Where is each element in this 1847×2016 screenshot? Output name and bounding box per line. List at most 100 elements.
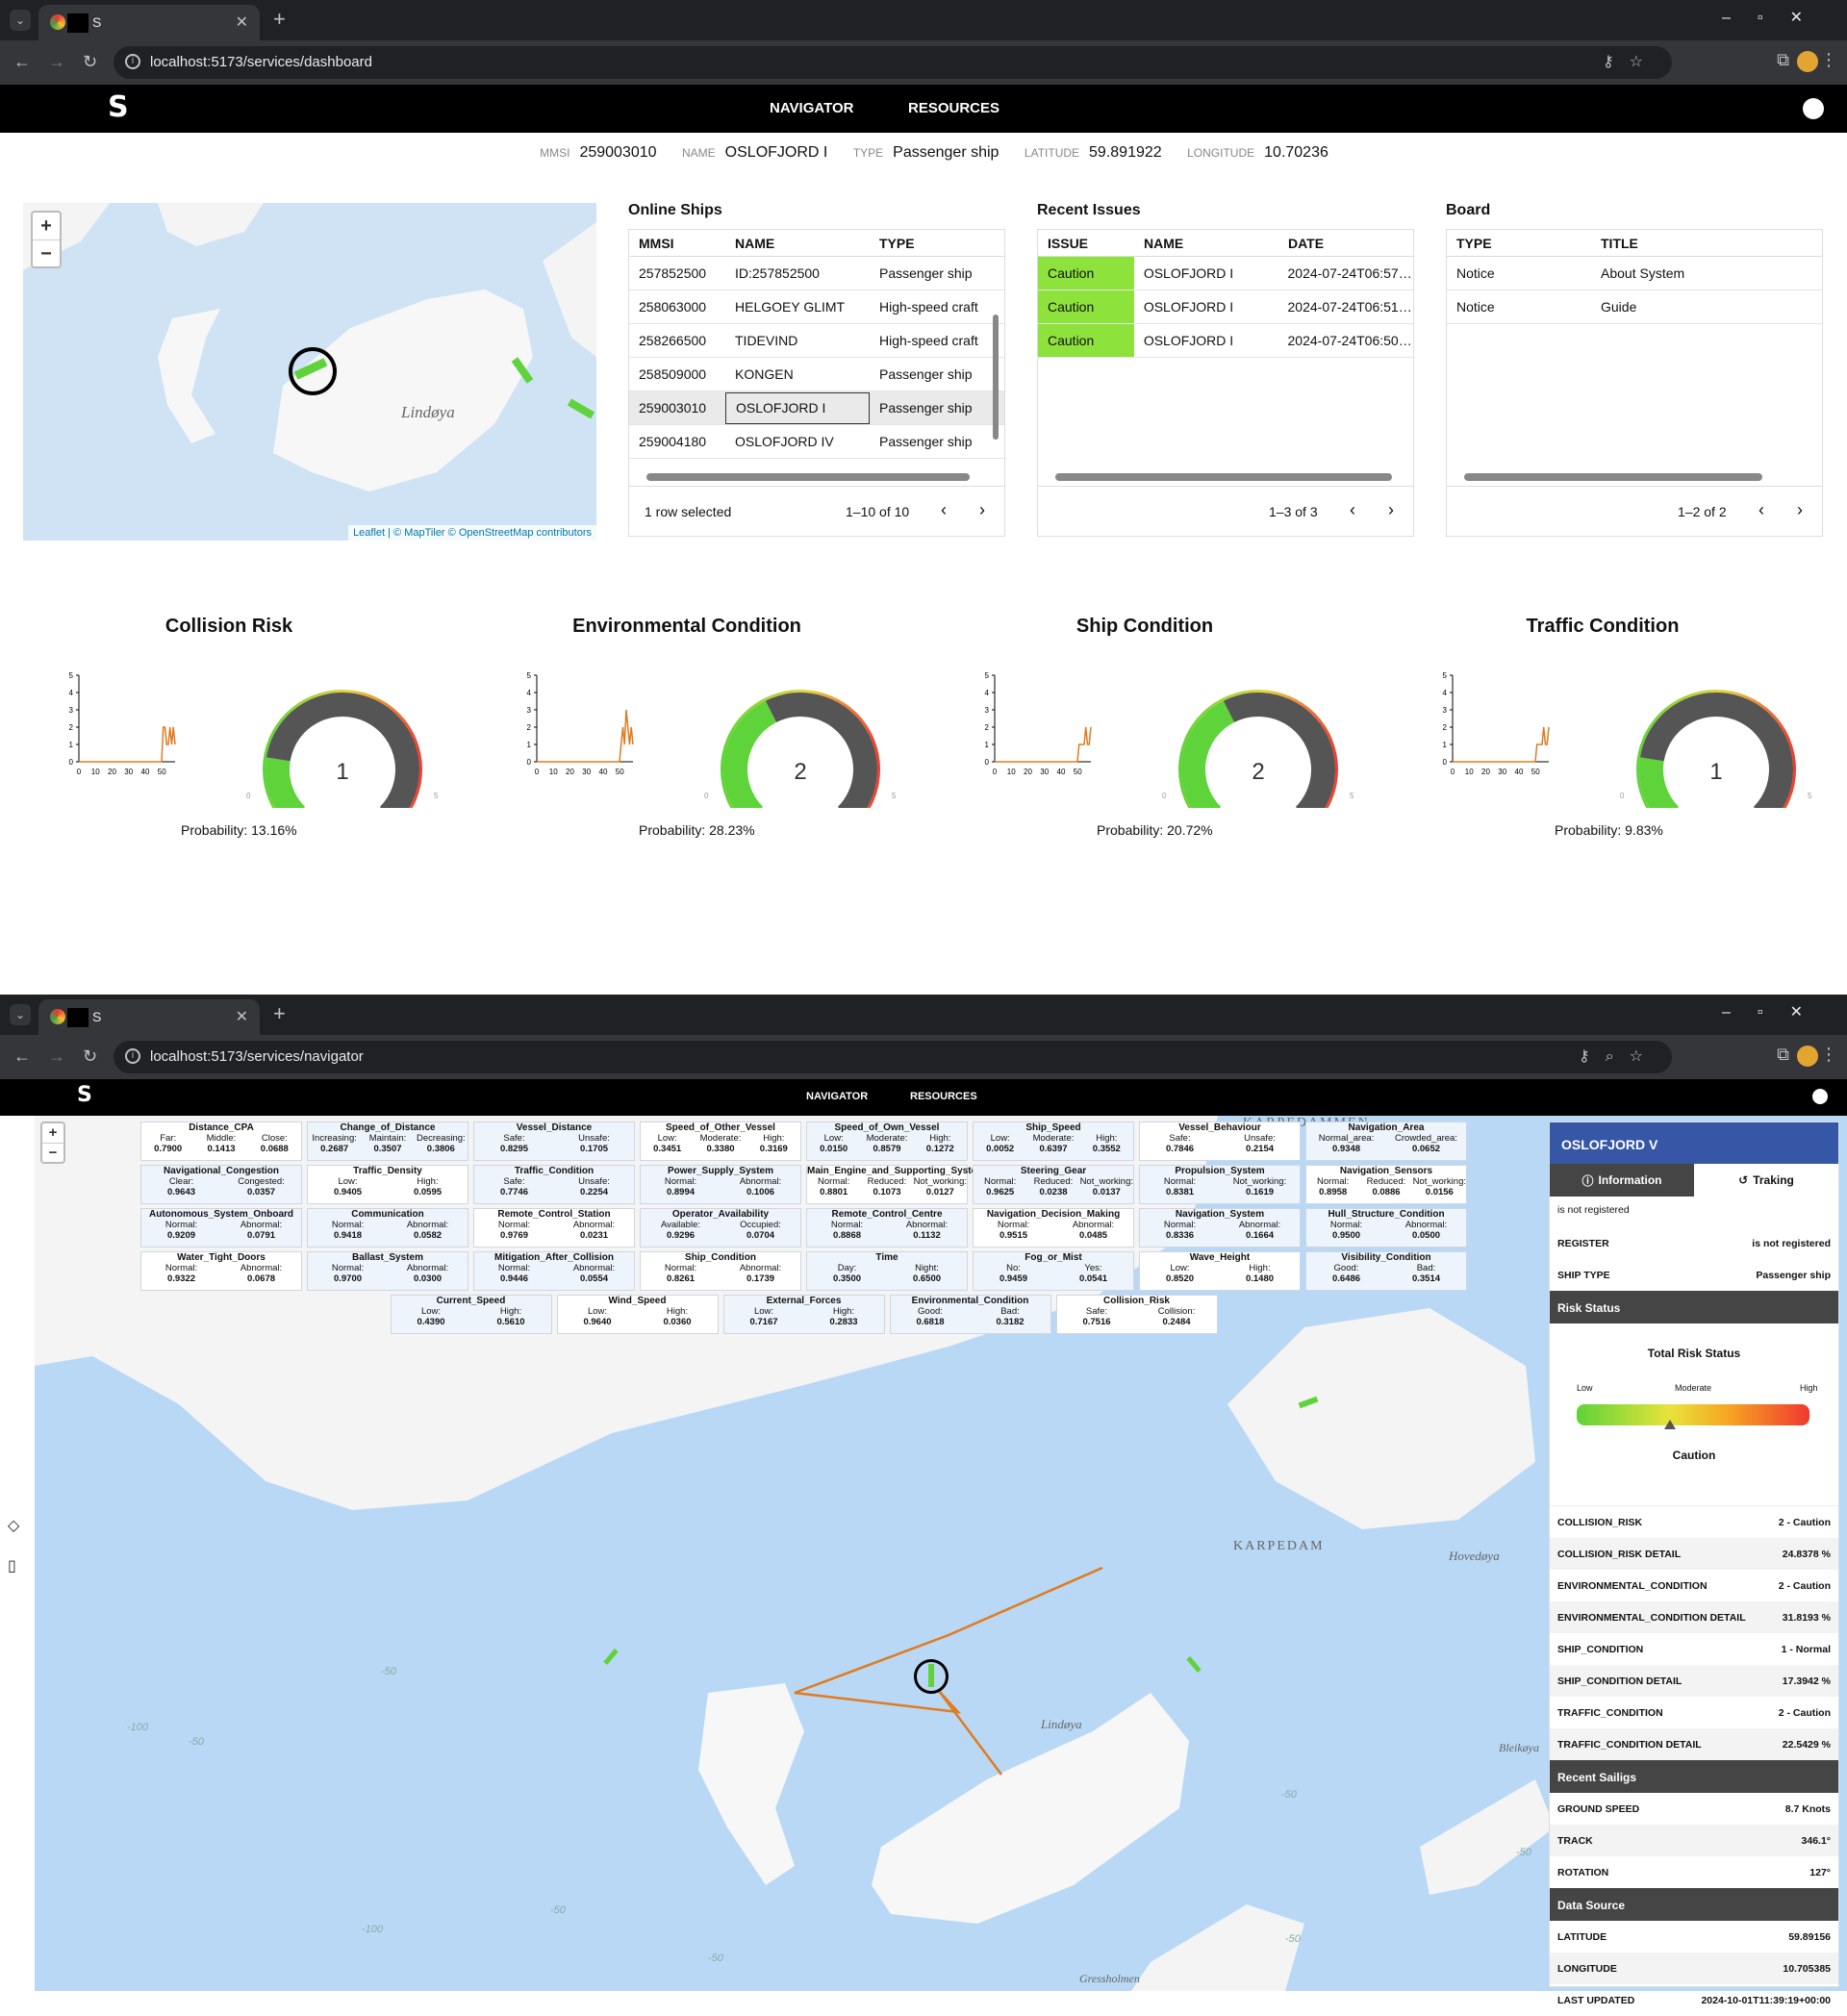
site-info-icon[interactable]: i: [125, 54, 140, 69]
network-node[interactable]: Navigation_System Normal: Abnormal: 0.8336 0…: [1139, 1208, 1301, 1247]
network-node[interactable]: Visibility_Condition Good: Bad: 0.6486 0.351…: [1305, 1251, 1467, 1291]
extensions-icon[interactable]: ⧉: [1777, 50, 1789, 70]
close-tab-icon[interactable]: ✕: [236, 1007, 248, 1026]
network-node[interactable]: Current_Speed Low: High: 0.4390 0.5610: [390, 1295, 552, 1334]
nav-resources[interactable]: RESOURCES: [910, 1091, 977, 1102]
network-node[interactable]: Time Day: Night: 0.3500 0.6500: [806, 1251, 968, 1291]
prev-page-icon[interactable]: ‹: [941, 500, 947, 520]
window-controls[interactable]: –▫✕: [1722, 1002, 1830, 1021]
bookmark-icon[interactable]: ▯: [8, 1556, 16, 1575]
network-node[interactable]: Autonomous_System_Onboard Normal: Abnormal…: [140, 1208, 302, 1247]
reload-icon[interactable]: ↻: [83, 52, 97, 72]
network-node[interactable]: Collision_Risk Safe: Collision: 0.7516 0.248…: [1055, 1295, 1218, 1334]
network-node[interactable]: Ship_Speed Low: Moderate: High: 0.0052 0.6397…: [973, 1121, 1134, 1161]
location-icon[interactable]: ◇: [8, 1516, 19, 1535]
nav-navigator[interactable]: NAVIGATOR: [806, 1091, 868, 1102]
account-icon[interactable]: [1812, 1089, 1828, 1104]
horizontal-scrollbar[interactable]: [635, 472, 999, 482]
profile-avatar[interactable]: [1797, 51, 1818, 72]
network-node[interactable]: Speed_of_Own_Vessel Low: Moderate: High: 0.0…: [806, 1121, 968, 1161]
prev-page-icon[interactable]: ‹: [1758, 500, 1764, 520]
col-date[interactable]: DATE: [1278, 236, 1324, 251]
col-name[interactable]: NAME: [1134, 236, 1278, 251]
close-tab-icon[interactable]: ✕: [236, 13, 248, 32]
col-type[interactable]: TYPE: [870, 236, 915, 251]
omnibox-icons[interactable]: ⚷☆: [1603, 52, 1658, 71]
network-node[interactable]: Operator_Availability Available: Occupied:…: [640, 1208, 801, 1247]
network-node[interactable]: Navigational_Congestion Clear: Congested: 0…: [140, 1165, 302, 1204]
network-node[interactable]: Communication Normal: Abnormal: 0.9418 0.058…: [307, 1208, 468, 1247]
tab-search-button[interactable]: ⌄: [10, 10, 31, 31]
network-node[interactable]: Traffic_Density Low: High: 0.9405 0.0595: [307, 1165, 468, 1204]
zoom-out-button[interactable]: −: [42, 1143, 63, 1162]
network-node[interactable]: Vessel_Behaviour Safe: Unsafe: 0.7846 0.2154: [1139, 1121, 1301, 1161]
nav-resources[interactable]: RESOURCES: [908, 100, 999, 116]
horizontal-scrollbar[interactable]: [1453, 472, 1816, 482]
network-node[interactable]: Remote_Control_Station Normal: Abnormal: 0.…: [473, 1208, 635, 1247]
table-row[interactable]: Notice Guide: [1447, 290, 1822, 324]
forward-icon[interactable]: →: [48, 52, 65, 72]
col-type[interactable]: TYPE: [1447, 236, 1591, 251]
map-attribution[interactable]: Leaflet | © MapTiler © OpenStreetMap con…: [348, 525, 596, 541]
new-tab-button[interactable]: +: [273, 1001, 286, 1026]
app-logo[interactable]: S: [108, 90, 129, 124]
network-node[interactable]: Ship_Condition Normal: Abnormal: 0.8261 0.17…: [640, 1251, 801, 1291]
back-icon[interactable]: ←: [13, 52, 31, 72]
network-node[interactable]: Power_Supply_System Normal: Abnormal: 0.899…: [640, 1165, 801, 1204]
table-row[interactable]: Caution OSLOFJORD I 2024-07-24T06:57:...: [1038, 257, 1413, 290]
app-logo[interactable]: S: [77, 1083, 92, 1107]
table-row[interactable]: 259004180 OSLOFJORD IV Passenger ship: [629, 425, 1004, 459]
tab-search-button[interactable]: ⌄: [10, 1004, 31, 1025]
network-node[interactable]: Distance_CPA Far: Middle: Close: 0.7900 0.141…: [140, 1121, 302, 1161]
network-node[interactable]: Propulsion_System Normal: Not_working: 0.83…: [1139, 1165, 1301, 1204]
network-node[interactable]: Main_Engine_and_Supporting_System Normal:…: [806, 1165, 985, 1204]
vertical-scrollbar[interactable]: [993, 257, 1002, 478]
window-controls[interactable]: –▫✕: [1722, 8, 1830, 27]
network-node[interactable]: Environmental_Condition Good: Bad: 0.6818 0.…: [889, 1295, 1051, 1334]
next-page-icon[interactable]: ›: [979, 500, 985, 520]
back-icon[interactable]: ←: [13, 1046, 31, 1067]
network-node[interactable]: Traffic_Condition Safe: Unsafe: 0.7746 0.225…: [473, 1165, 635, 1204]
omnibox-icons[interactable]: ⚷⌕☆: [1579, 1046, 1658, 1066]
table-row[interactable]: Caution OSLOFJORD I 2024-07-24T06:50:...: [1038, 324, 1413, 358]
col-mmsi[interactable]: MMSI: [629, 236, 725, 251]
network-node[interactable]: Wave_Height Low: High: 0.8520 0.1480: [1139, 1251, 1301, 1291]
network-node[interactable]: Remote_Control_Centre Normal: Abnormal: 0.8…: [806, 1208, 968, 1247]
tab-information[interactable]: ⓘ Information: [1550, 1164, 1694, 1197]
table-row[interactable]: 259003010 OSLOFJORD I Passenger ship: [629, 391, 1004, 425]
network-node[interactable]: Mitigation_After_Collision Normal: Abnorma…: [473, 1251, 635, 1291]
prev-page-icon[interactable]: ‹: [1350, 500, 1355, 520]
site-info-icon[interactable]: i: [125, 1048, 140, 1064]
dashboard-map[interactable]: Lindøya + − Leaflet | © MapTiler © OpenSt…: [23, 203, 596, 541]
tab-tracking[interactable]: ↺ Traking: [1694, 1164, 1838, 1197]
next-page-icon[interactable]: ›: [1797, 500, 1803, 520]
col-issue[interactable]: ISSUE: [1038, 236, 1134, 251]
table-row[interactable]: 258266500 TIDEVIND High-speed craft: [629, 324, 1004, 358]
zoom-in-button[interactable]: +: [33, 213, 60, 239]
browser-tab[interactable]: S ✕: [38, 5, 260, 40]
network-node[interactable]: Steering_Gear Normal: Reduced: Not_working:…: [973, 1165, 1134, 1204]
address-bar[interactable]: i localhost:5173/services/navigator ⚷⌕☆: [114, 1041, 1672, 1073]
browser-tab[interactable]: S ✕: [38, 999, 260, 1035]
network-node[interactable]: External_Forces Low: High: 0.7167 0.2833: [722, 1295, 885, 1334]
menu-icon[interactable]: ⋮: [1820, 50, 1837, 70]
network-node[interactable]: Change_of_Distance Increasing: Maintain: De…: [307, 1121, 468, 1161]
profile-avatar[interactable]: [1797, 1046, 1818, 1067]
network-node[interactable]: Speed_of_Other_Vessel Low: Moderate: High: 0…: [640, 1121, 801, 1161]
attribution-text[interactable]: Leaflet | © MapTiler © OpenStreetMap con…: [353, 527, 592, 539]
col-title[interactable]: TITLE: [1591, 236, 1638, 251]
network-node[interactable]: Navigation_Area Normal_area: Crowded_area:…: [1305, 1121, 1467, 1161]
col-name[interactable]: NAME: [725, 236, 870, 251]
zoom-in-button[interactable]: +: [42, 1123, 63, 1143]
address-bar[interactable]: i localhost:5173/services/dashboard ⚷☆: [114, 46, 1672, 79]
nav-navigator[interactable]: NAVIGATOR: [770, 100, 854, 116]
network-node[interactable]: Vessel_Distance Safe: Unsafe: 0.8295 0.1705: [473, 1121, 635, 1161]
horizontal-scrollbar[interactable]: [1044, 472, 1407, 482]
reload-icon[interactable]: ↻: [83, 1046, 97, 1067]
network-node[interactable]: Hull_Structure_Condition Normal: Abnormal:…: [1305, 1208, 1467, 1247]
next-page-icon[interactable]: ›: [1388, 500, 1394, 520]
network-node[interactable]: Wind_Speed Low: High: 0.9640 0.0360: [556, 1295, 719, 1334]
network-node[interactable]: Navigation_Sensors Normal: Reduced: Not_wor…: [1305, 1165, 1467, 1204]
table-row[interactable]: Notice About System: [1447, 257, 1822, 290]
network-node[interactable]: Water_Tight_Doors Normal: Abnormal: 0.9322 0…: [140, 1251, 302, 1291]
